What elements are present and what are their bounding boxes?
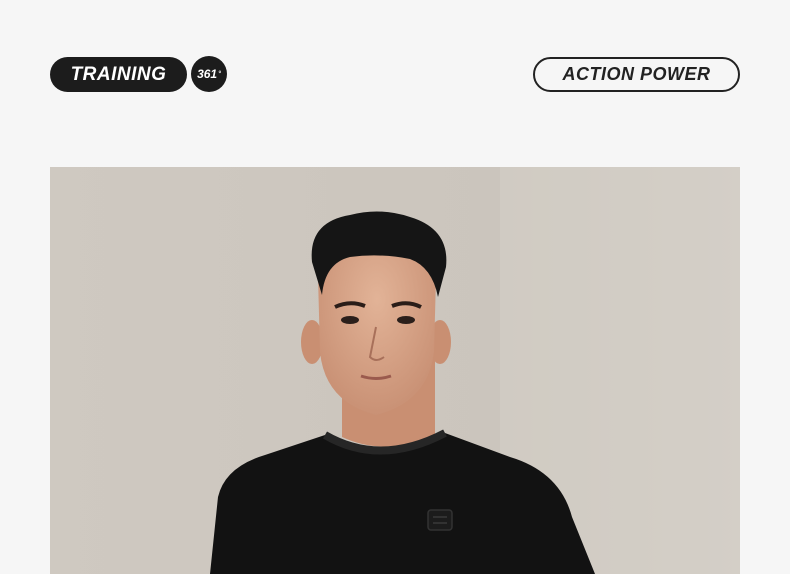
header: TRAINING 361 ° ACTION POWER	[0, 0, 790, 120]
right-eye	[397, 316, 415, 324]
brand-361-badge: 361 °	[191, 56, 227, 92]
chest-logo-icon	[427, 509, 453, 531]
badge-label: 361	[197, 67, 218, 81]
action-power-label: ACTION POWER	[562, 64, 711, 84]
training-label: TRAINING	[70, 63, 167, 85]
training-tag: TRAINING	[50, 57, 187, 92]
model-illustration	[50, 167, 740, 574]
product-photo	[50, 167, 740, 574]
badge-degree: °	[218, 70, 221, 78]
left-eye	[341, 316, 359, 324]
action-power-tag: ACTION POWER	[533, 57, 740, 92]
